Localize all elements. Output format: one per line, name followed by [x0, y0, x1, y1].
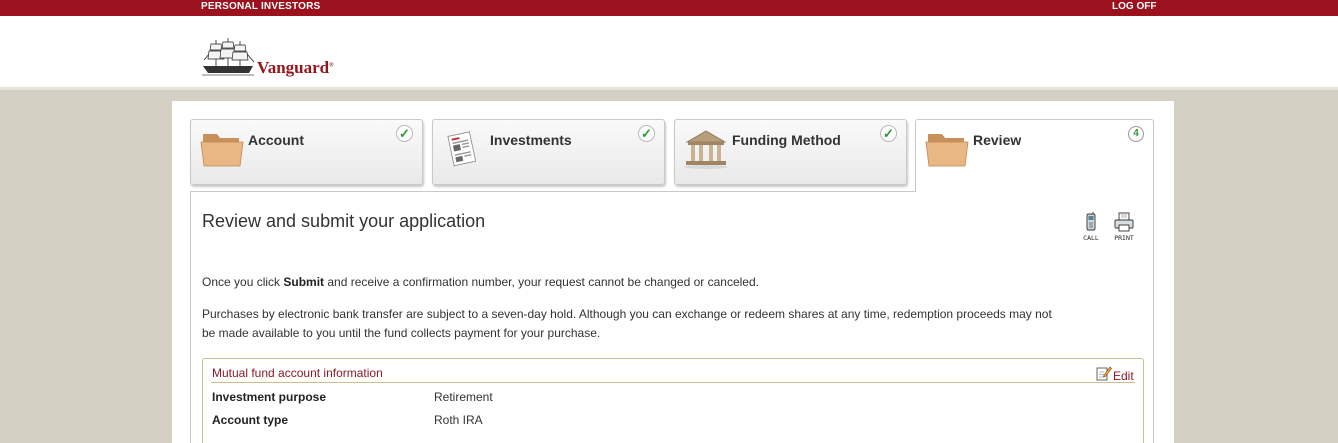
account-info-box: Mutual fund account information Edit Inv…: [202, 358, 1144, 443]
log-off-link[interactable]: LOG OFF: [1112, 1, 1156, 12]
checkmark-icon: ✓: [880, 125, 897, 142]
divider: [211, 382, 1135, 383]
phone-icon: [1086, 212, 1096, 231]
submit-term: Submit: [283, 275, 325, 289]
investment-purpose-value: Retirement: [434, 390, 493, 404]
call-label: CALL: [1083, 234, 1099, 242]
step-number-badge: 4: [1128, 126, 1144, 142]
ship-icon: [202, 38, 255, 76]
brand-name: Vanguard®: [257, 58, 334, 77]
header: Vanguard®: [0, 16, 1338, 90]
edit-label: Edit: [1113, 369, 1134, 383]
edit-icon: [1096, 366, 1112, 381]
bank-icon: [684, 130, 728, 169]
folder-icon: [925, 134, 969, 167]
step-label: Funding Method: [732, 132, 841, 148]
document-icon: [447, 131, 477, 167]
checkmark-icon: ✓: [396, 125, 413, 142]
step-tab-investments[interactable]: Investments ✓: [432, 119, 665, 185]
step-tab-funding-method[interactable]: Funding Method ✓: [674, 119, 907, 185]
printer-icon: [1114, 212, 1134, 232]
page-title: Review and submit your application: [202, 211, 486, 231]
print-button[interactable]: PRINT: [1108, 212, 1140, 242]
account-info-heading: Mutual fund account information: [212, 366, 383, 380]
folder-icon: [200, 134, 244, 167]
step-label: Account: [248, 132, 304, 148]
site-section-label: PERSONAL INVESTORS: [201, 1, 321, 12]
step-label: Review: [973, 132, 1022, 148]
hold-notice: Purchases by electronic bank transfer ar…: [202, 307, 1052, 340]
step-tab-review[interactable]: Review 4: [915, 119, 1154, 192]
step-label: Investments: [490, 132, 572, 148]
top-bar: PERSONAL INVESTORS LOG OFF: [0, 0, 1338, 16]
review-content: Review and submit your application CALL …: [190, 191, 1154, 443]
step-tab-account[interactable]: Account ✓: [190, 119, 423, 185]
account-type-value: Roth IRA: [434, 413, 483, 427]
investment-purpose-label: Investment purpose: [212, 390, 327, 404]
checkmark-icon: ✓: [638, 125, 655, 142]
call-button[interactable]: CALL: [1075, 212, 1107, 242]
vanguard-logo[interactable]: Vanguard®: [200, 38, 350, 82]
account-type-label: Account type: [212, 413, 289, 427]
submit-notice: Once you click Submit and receive a conf…: [202, 275, 759, 289]
print-label: PRINT: [1114, 234, 1134, 242]
